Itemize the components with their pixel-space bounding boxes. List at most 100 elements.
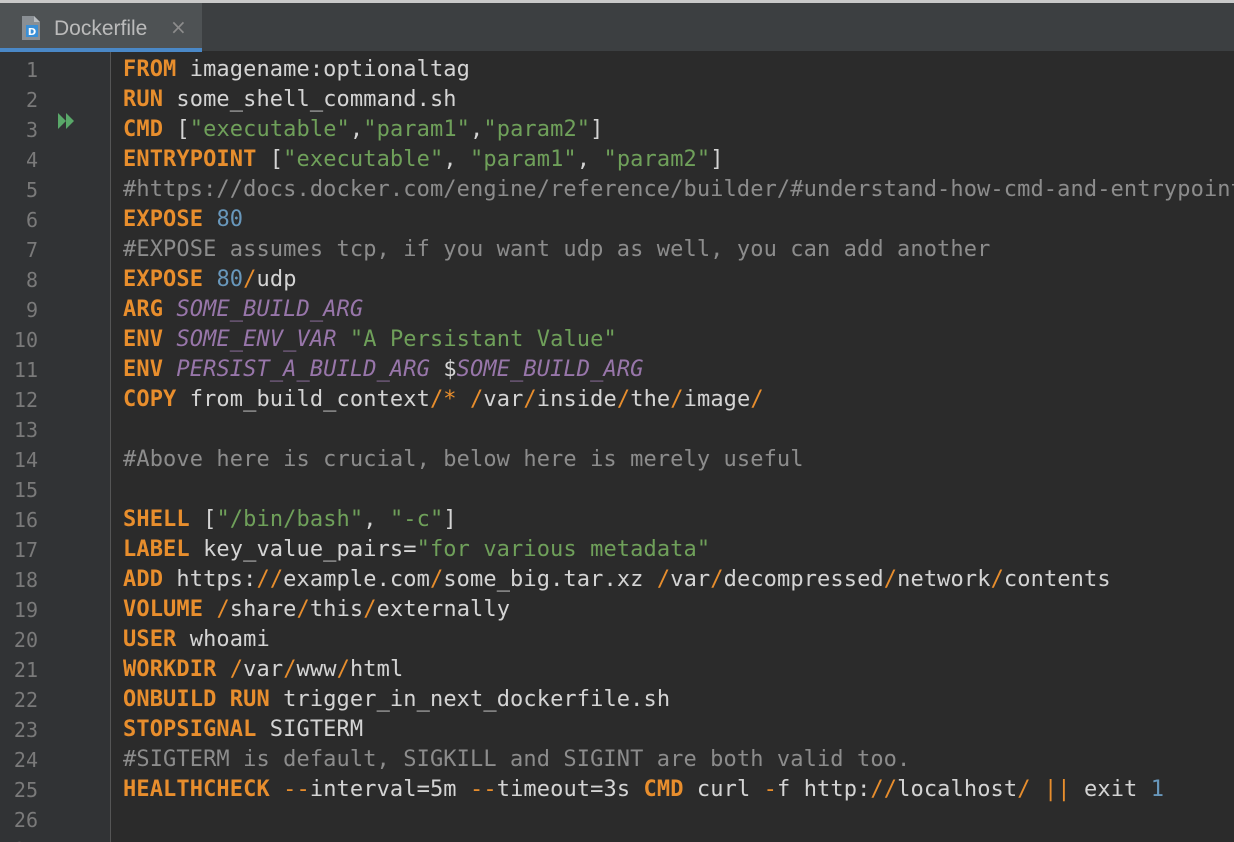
code-token-op: /	[616, 387, 631, 412]
code-token-op: //	[870, 777, 898, 802]
code-token-op: /	[990, 567, 1004, 592]
tab-dockerfile[interactable]: D Dockerfile ×	[0, 3, 202, 52]
code-token-str: "param2"	[603, 147, 711, 172]
code-token-op: /	[523, 387, 537, 412]
code-token-txt: ,	[470, 117, 484, 142]
line-number: 9	[25, 298, 38, 322]
code-token-kw: EXPOSE	[123, 267, 204, 292]
code-token-txt: interval=5m	[309, 777, 471, 802]
code-token-txt: share	[229, 597, 297, 622]
line-number: 22	[13, 688, 38, 712]
code-line[interactable]: USER whoami	[123, 625, 270, 655]
code-token-str: "param1"	[363, 117, 471, 142]
file-icon-letter: D	[28, 27, 36, 38]
code-token-txt: from_build_context	[176, 387, 430, 412]
code-token-op: /	[670, 387, 684, 412]
code-token-cmt: #https://docs.docker.com/engine/referenc…	[123, 177, 1234, 202]
code-token-txt: ]	[710, 147, 724, 172]
code-line[interactable]: SHELL ["/bin/bash", "-c"]	[123, 505, 457, 535]
code-line[interactable]: STOPSIGNAL SIGTERM	[123, 715, 363, 745]
code-token-var: SOME_BUILD_ARG	[176, 297, 364, 322]
run-icon[interactable]	[56, 111, 78, 131]
code-line[interactable]: ENV SOME_ENV_VAR "A Persistant Value"	[123, 325, 617, 355]
code-token-txt: SIGTERM	[256, 717, 364, 742]
line-number: 25	[13, 778, 38, 802]
code-token-txt: trigger_in_next_dockerfile.sh	[269, 687, 671, 712]
dockerfile-icon: D	[22, 16, 40, 40]
ide-window: D Dockerfile × 1 2 3 4 5 6 7 8 9 10 11 12 13 14 15 16 17…	[0, 0, 1234, 842]
code-line[interactable]: COPY from_build_context/* /var/inside/th…	[123, 385, 764, 415]
code-line[interactable]: EXPOSE 80	[123, 205, 243, 235]
code-token-txt: [	[189, 507, 217, 532]
code-token-txt: localhost	[897, 777, 1018, 802]
code-token-op: -	[763, 777, 777, 802]
code-token-kw: ENV	[123, 327, 164, 352]
line-number: 1	[25, 58, 38, 82]
code-line[interactable]: HEALTHCHECK --interval=5m --timeout=3s C…	[123, 775, 1164, 805]
code-token-str: "executable"	[283, 147, 444, 172]
code-line[interactable]: #Above here is crucial, below here is me…	[123, 445, 804, 475]
line-number: 4	[25, 148, 38, 172]
code-token-txt: exit	[1070, 777, 1151, 802]
line-number: 13	[13, 418, 38, 442]
code-token-txt: www	[296, 657, 337, 682]
code-token-txt: ,	[576, 147, 604, 172]
code-line[interactable]: CMD ["executable","param1","param2"]	[123, 115, 604, 145]
code-token-kw: EXPOSE	[123, 207, 204, 232]
code-token-op: /*	[429, 387, 457, 412]
code-token-txt: curl	[683, 777, 764, 802]
code-line[interactable]: ENTRYPOINT ["executable", "param1", "par…	[123, 145, 724, 175]
code-token-txt: image	[683, 387, 751, 412]
code-token-kw: CMD	[643, 777, 684, 802]
code-token-str: "param1"	[470, 147, 577, 172]
code-token-txt: timeout=3s	[496, 777, 644, 802]
code-token-txt: ,	[349, 117, 364, 142]
code-line[interactable]: ARG SOME_BUILD_ARG	[123, 295, 363, 325]
code-token-kw: HEALTHCHECK	[123, 777, 270, 802]
code-token-op: /	[216, 597, 230, 622]
code-line[interactable]: FROM imagename:optionaltag	[123, 55, 470, 85]
code-token-txt: the	[630, 387, 671, 412]
code-token-txt: ]	[443, 507, 457, 532]
line-number: 21	[13, 658, 38, 682]
code-token-txt: whoami	[176, 627, 270, 652]
code-token-str: "param2"	[483, 117, 591, 142]
code-token-txt: ]	[590, 117, 604, 142]
code-token-txt: decompressed	[723, 567, 884, 592]
code-token-kw: CMD	[123, 117, 164, 142]
code-token-txt: var	[483, 387, 524, 412]
code-line[interactable]: VOLUME /share/this/externally	[123, 595, 510, 625]
close-icon[interactable]: ×	[170, 15, 187, 39]
line-number: 12	[13, 388, 38, 412]
code-token-num: 80	[216, 207, 244, 232]
code-line[interactable]: #SIGTERM is default, SIGKILL and SIGINT …	[123, 745, 910, 775]
code-token-txt: network	[897, 567, 991, 592]
code-line[interactable]: LABEL key_value_pairs="for various metad…	[123, 535, 710, 565]
code-token-txt: externally	[376, 597, 511, 622]
code-token-kw: ENTRYPOINT	[123, 147, 257, 172]
line-number: 5	[25, 178, 38, 202]
code-line[interactable]: EXPOSE 80/udp	[123, 265, 297, 295]
code-line[interactable]: ENV PERSIST_A_BUILD_ARG $SOME_BUILD_ARG	[123, 355, 644, 385]
code-token-cmt: #SIGTERM is default, SIGKILL and SIGINT …	[123, 747, 911, 772]
code-line[interactable]: ADD https://example.com/some_big.tar.xz …	[123, 565, 1111, 595]
line-number: 2	[25, 88, 38, 112]
code-token-txt: ,	[363, 507, 390, 532]
code-editor[interactable]: FROM imagename:optionaltag RUN some_shell…	[111, 52, 1234, 842]
line-number: 24	[13, 748, 38, 772]
code-line[interactable]: #EXPOSE assumes tcp, if you want udp as …	[123, 235, 990, 265]
code-token-kw: RUN	[123, 87, 164, 112]
line-number: 3	[25, 118, 38, 142]
line-number: 6	[25, 208, 38, 232]
code-line[interactable]: WORKDIR /var/www/html	[123, 655, 403, 685]
code-line[interactable]: ONBUILD RUN trigger_in_next_dockerfile.s…	[123, 685, 670, 715]
code-line[interactable]: #https://docs.docker.com/engine/referenc…	[123, 175, 1234, 205]
line-number: 19	[13, 598, 38, 622]
code-line[interactable]: RUN some_shell_command.sh	[123, 85, 457, 115]
